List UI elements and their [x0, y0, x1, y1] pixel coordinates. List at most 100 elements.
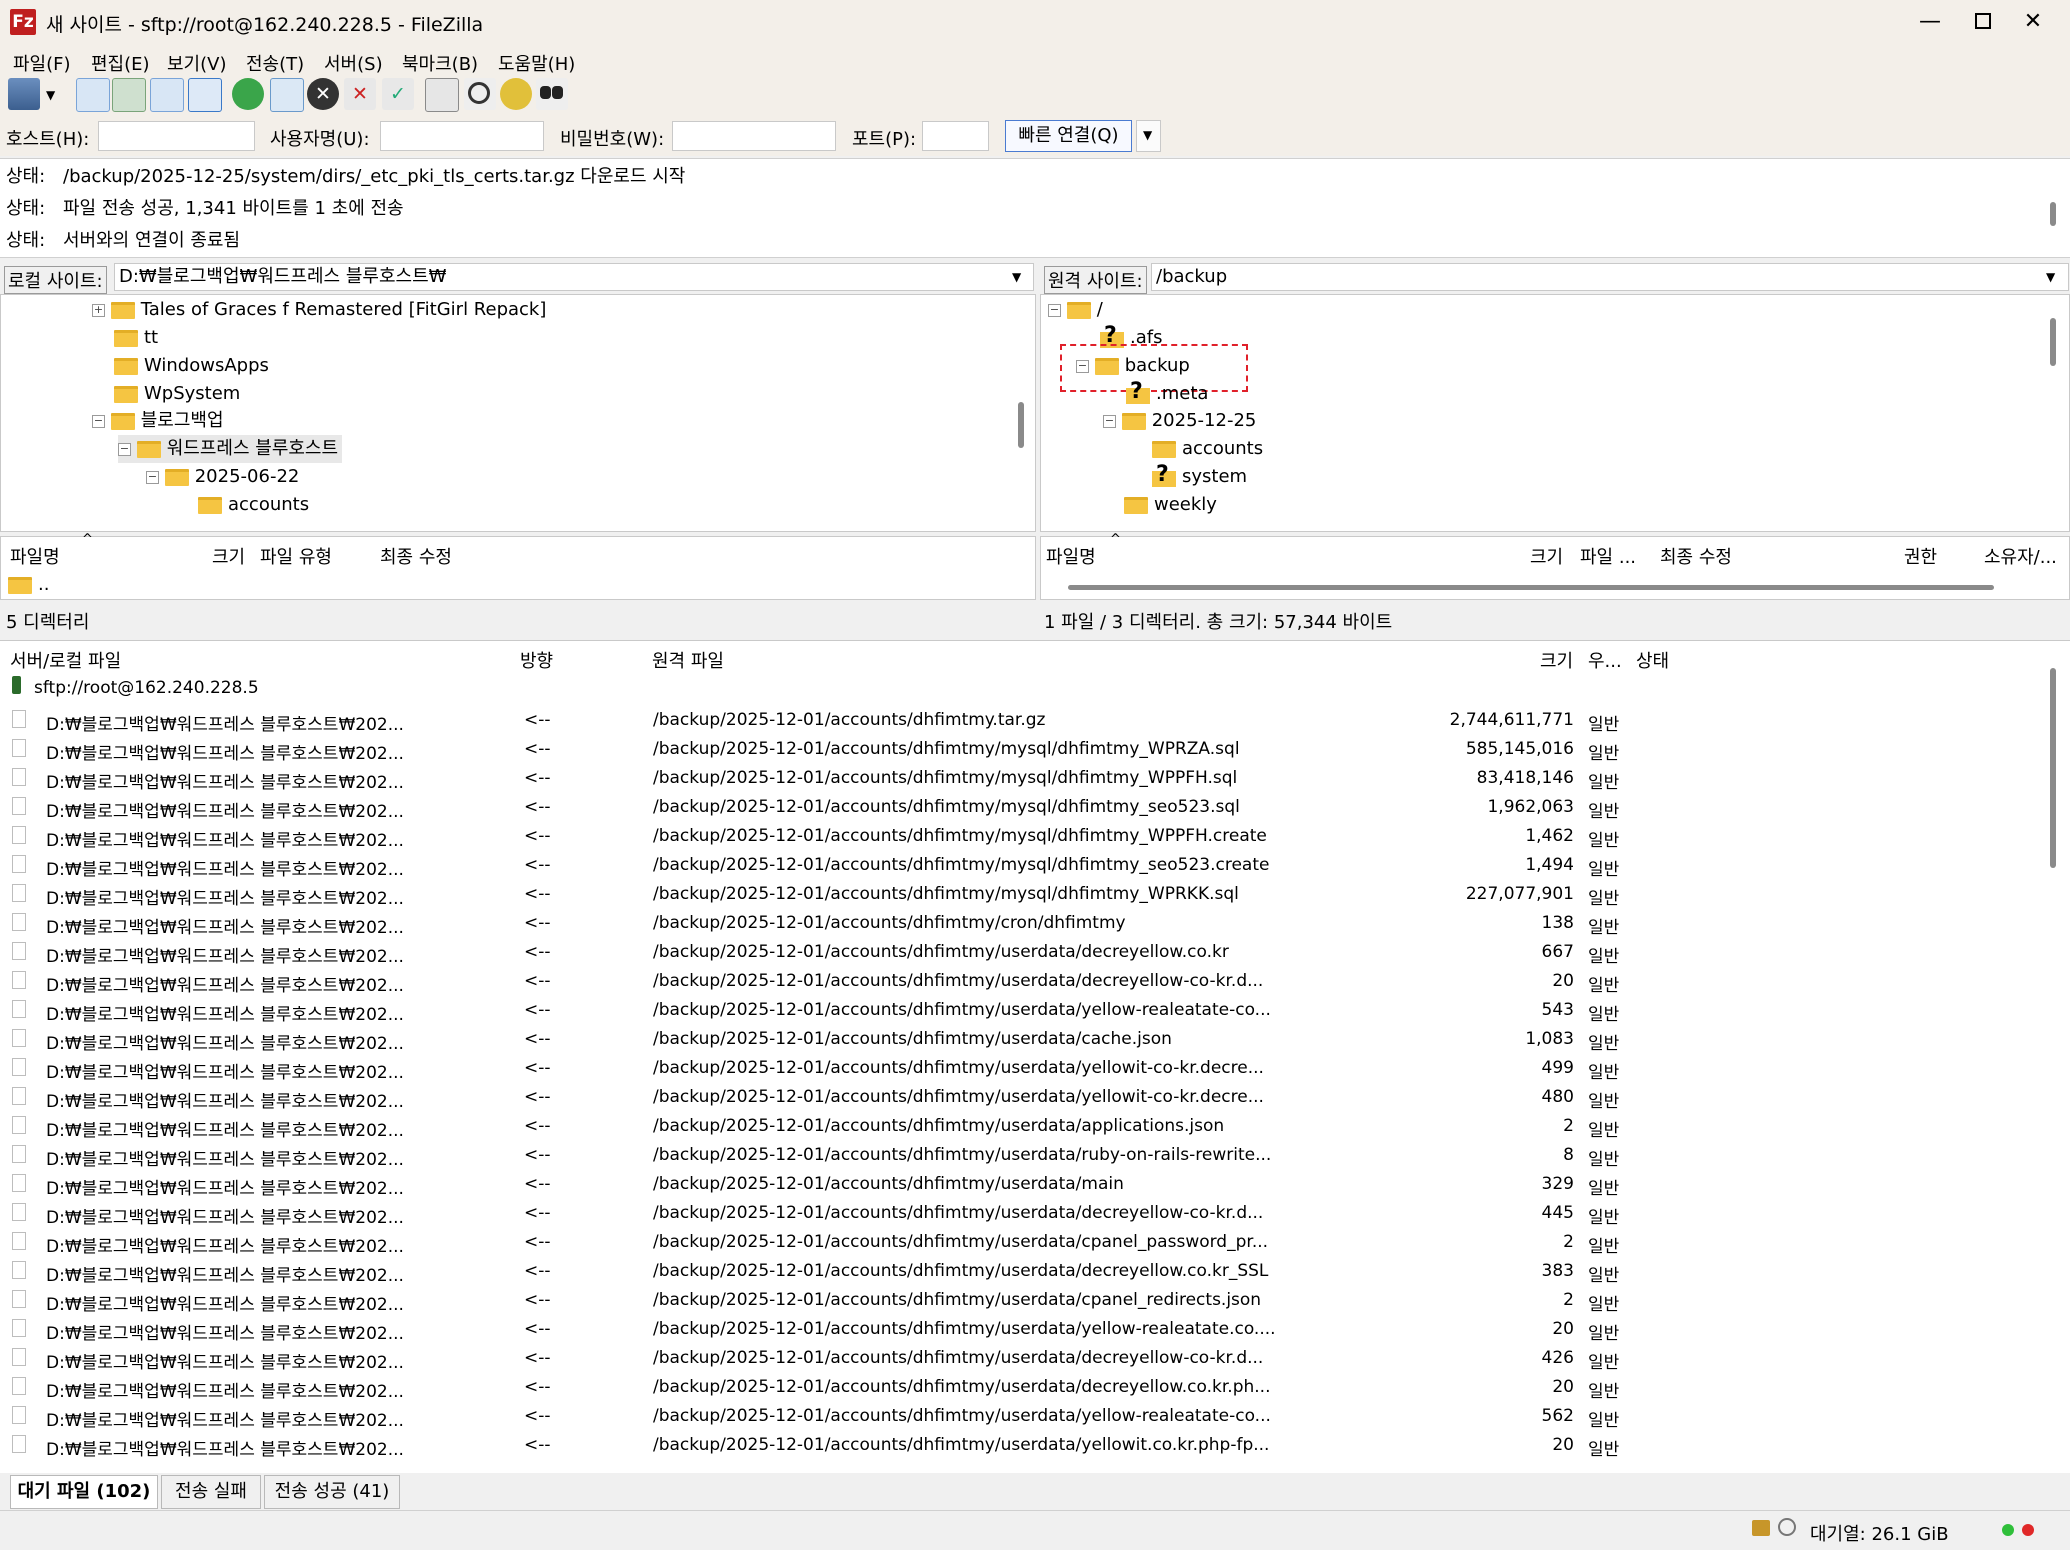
menu-help[interactable]: 도움말(H) [498, 50, 575, 76]
queue-row[interactable]: D:₩블로그백업₩워드프레스 블루호스트₩202... <-- /backup/20… [0, 996, 2040, 1025]
toggle-local-tree-icon[interactable] [112, 78, 146, 112]
column-header-permissions[interactable]: 권한 [1904, 543, 1937, 569]
queue-row[interactable]: D:₩블로그백업₩워드프레스 블루호스트₩202... <-- /backup/20… [0, 706, 2040, 735]
local-file-list[interactable] [0, 536, 1036, 600]
speed-limit-icon[interactable] [1778, 1518, 1796, 1536]
queue-row[interactable]: D:₩블로그백업₩워드프레스 블루호스트₩202... <-- /backup/20… [0, 1054, 2040, 1083]
queue-row[interactable]: D:₩블로그백업₩워드프레스 블루호스트₩202... <-- /backup/20… [0, 1228, 2040, 1257]
column-header-name[interactable]: 파일명 [10, 543, 60, 569]
compare-icon[interactable] [464, 78, 496, 110]
queue-row[interactable]: D:₩블로그백업₩워드프레스 블루호스트₩202... <-- /backup/20… [0, 1431, 2040, 1460]
column-header-type[interactable]: 파일 ... [1580, 543, 1636, 569]
column-header-status[interactable]: 상태 [1636, 647, 1669, 673]
toggle-remote-tree-icon[interactable] [150, 78, 184, 112]
queue-row[interactable]: D:₩블로그백업₩워드프레스 블루호스트₩202... <-- /backup/20… [0, 1141, 2040, 1170]
tree-item[interactable]: accounts [198, 491, 309, 517]
tree-item[interactable]: − 블로그백업 [92, 407, 224, 435]
queue-row[interactable]: D:₩블로그백업₩워드프레스 블루호스트₩202... <-- /backup/20… [0, 1083, 2040, 1112]
menu-transfer[interactable]: 전송(T) [246, 50, 304, 76]
queue-row[interactable]: D:₩블로그백업₩워드프레스 블루호스트₩202... <-- /backup/20… [0, 1344, 2040, 1373]
host-input[interactable] [98, 121, 255, 151]
column-header-local-file[interactable]: 서버/로컬 파일 [10, 647, 121, 673]
queue-row[interactable]: D:₩블로그백업₩워드프레스 블루호스트₩202... <-- /backup/20… [0, 1112, 2040, 1141]
queue-row[interactable]: D:₩블로그백업₩워드프레스 블루호스트₩202... <-- /backup/20… [0, 793, 2040, 822]
queue-row[interactable]: D:₩블로그백업₩워드프레스 블루호스트₩202... <-- /backup/20… [0, 1373, 2040, 1402]
queue-row[interactable]: D:₩블로그백업₩워드프레스 블루호스트₩202... <-- /backup/20… [0, 967, 2040, 996]
sync-browse-icon[interactable] [500, 78, 532, 110]
remote-horizontal-scrollbar[interactable] [1068, 585, 1994, 590]
password-input[interactable] [672, 121, 836, 151]
cancel-icon[interactable]: ✕ [307, 78, 339, 110]
refresh-icon[interactable] [232, 78, 264, 110]
column-header-priority[interactable]: 우... [1588, 647, 1622, 673]
tree-item-selected[interactable]: − 워드프레스 블루호스트 [118, 435, 343, 463]
process-queue-icon[interactable] [270, 78, 304, 112]
list-item[interactable]: .. [8, 574, 49, 595]
toggle-queue-icon[interactable] [188, 78, 222, 112]
queue-row[interactable]: D:₩블로그백업₩워드프레스 블루호스트₩202... <-- /backup/20… [0, 735, 2040, 764]
column-header-name[interactable]: 파일명 [1046, 543, 1096, 569]
queue-row[interactable]: D:₩블로그백업₩워드프레스 블루호스트₩202... <-- /backup/20… [0, 1286, 2040, 1315]
queue-row[interactable]: D:₩블로그백업₩워드프레스 블루호스트₩202... <-- /backup/20… [0, 1170, 2040, 1199]
menu-edit[interactable]: 편집(E) [91, 50, 150, 76]
disconnect-icon[interactable]: ✕ [344, 78, 376, 110]
queue-row[interactable]: D:₩블로그백업₩워드프레스 블루호스트₩202... <-- /backup/20… [0, 880, 2040, 909]
toggle-log-icon[interactable] [76, 78, 110, 112]
chevron-down-icon[interactable]: ▼ [1012, 270, 1021, 284]
maximize-button[interactable] [1925, 0, 1995, 44]
queue-row[interactable]: D:₩블로그백업₩워드프레스 블루호스트₩202... <-- /backup/20… [0, 1025, 2040, 1054]
tree-item[interactable]: − 2025-12-25 [1103, 407, 1256, 435]
column-header-size[interactable]: 크기 [1530, 543, 1563, 569]
queue-row[interactable]: D:₩블로그백업₩워드프레스 블루호스트₩202... <-- /backup/20… [0, 1199, 2040, 1228]
menu-bookmarks[interactable]: 북마크(B) [402, 50, 478, 76]
tree-item[interactable]: + Tales of Graces f Remastered [FitGirl … [92, 296, 546, 324]
search-icon[interactable] [536, 78, 568, 110]
filter-icon[interactable] [425, 78, 459, 112]
port-input[interactable] [922, 121, 989, 151]
queue-row[interactable]: D:₩블로그백업₩워드프레스 블루호스트₩202... <-- /backup/20… [0, 1257, 2040, 1286]
queue-row[interactable]: D:₩블로그백업₩워드프레스 블루호스트₩202... <-- /backup/20… [0, 822, 2040, 851]
column-header-direction[interactable]: 방향 [520, 647, 553, 673]
tab-queued-files[interactable]: 대기 파일 (102) [10, 1475, 158, 1509]
tree-item[interactable]: − 2025-06-22 [146, 463, 299, 491]
tab-failed-transfers[interactable]: 전송 실패 [161, 1475, 261, 1509]
tree-item[interactable]: weekly [1124, 491, 1217, 517]
username-input[interactable] [380, 121, 544, 151]
queue-row[interactable]: D:₩블로그백업₩워드프레스 블루호스트₩202... <-- /backup/20… [0, 938, 2040, 967]
log-scrollbar[interactable] [2050, 202, 2056, 226]
queue-row[interactable]: D:₩블로그백업₩워드프레스 블루호스트₩202... <-- /backup/20… [0, 764, 2040, 793]
local-path-input[interactable]: D:₩블로그백업₩워드프레스 블루호스트₩ [114, 263, 1034, 291]
tree-item[interactable]: .meta [1126, 378, 1208, 408]
menu-server[interactable]: 서버(S) [324, 50, 383, 76]
quickconnect-button[interactable]: 빠른 연결(Q) [1005, 120, 1132, 152]
tree-item[interactable]: WindowsApps [114, 352, 269, 380]
tab-successful-transfers[interactable]: 전송 성공 (41) [264, 1475, 400, 1509]
site-manager-dropdown-icon[interactable]: ▼ [46, 88, 55, 102]
column-header-modified[interactable]: 최종 수정 [380, 543, 452, 569]
remote-path-input[interactable]: /backup [1151, 263, 2069, 291]
tree-item[interactable]: system [1152, 461, 1247, 491]
tree-item[interactable]: accounts [1152, 435, 1263, 463]
column-header-size[interactable]: 크기 [212, 543, 245, 569]
site-manager-icon[interactable] [8, 78, 40, 110]
remote-tree-scrollbar[interactable] [2050, 318, 2056, 366]
local-tree-scrollbar[interactable] [1018, 402, 1024, 448]
menu-view[interactable]: 보기(V) [167, 50, 226, 76]
queue-row[interactable]: D:₩블로그백업₩워드프레스 블루호스트₩202... <-- /backup/20… [0, 909, 2040, 938]
close-button[interactable]: ✕ [1998, 0, 2068, 44]
column-header-type[interactable]: 파일 유형 [260, 543, 332, 569]
tree-item[interactable]: WpSystem [114, 380, 240, 408]
menu-file[interactable]: 파일(F) [13, 50, 71, 76]
column-header-remote-file[interactable]: 원격 파일 [652, 647, 724, 673]
reconnect-icon[interactable]: ✓ [382, 78, 414, 110]
tree-item[interactable]: tt [114, 324, 158, 352]
queue-row[interactable]: D:₩블로그백업₩워드프레스 블루호스트₩202... <-- /backup/20… [0, 1402, 2040, 1431]
column-header-owner[interactable]: 소유자/... [1984, 543, 2057, 569]
queue-row[interactable]: D:₩블로그백업₩워드프레스 블루호스트₩202... <-- /backup/20… [0, 851, 2040, 880]
queue-scrollbar[interactable] [2050, 668, 2056, 868]
chevron-down-icon[interactable]: ▼ [2046, 270, 2055, 284]
queue-row[interactable]: D:₩블로그백업₩워드프레스 블루호스트₩202... <-- /backup/20… [0, 1315, 2040, 1344]
tree-item[interactable]: − / [1048, 296, 1103, 324]
column-header-modified[interactable]: 최종 수정 [1660, 543, 1732, 569]
column-header-size[interactable]: 크기 [1540, 647, 1573, 673]
